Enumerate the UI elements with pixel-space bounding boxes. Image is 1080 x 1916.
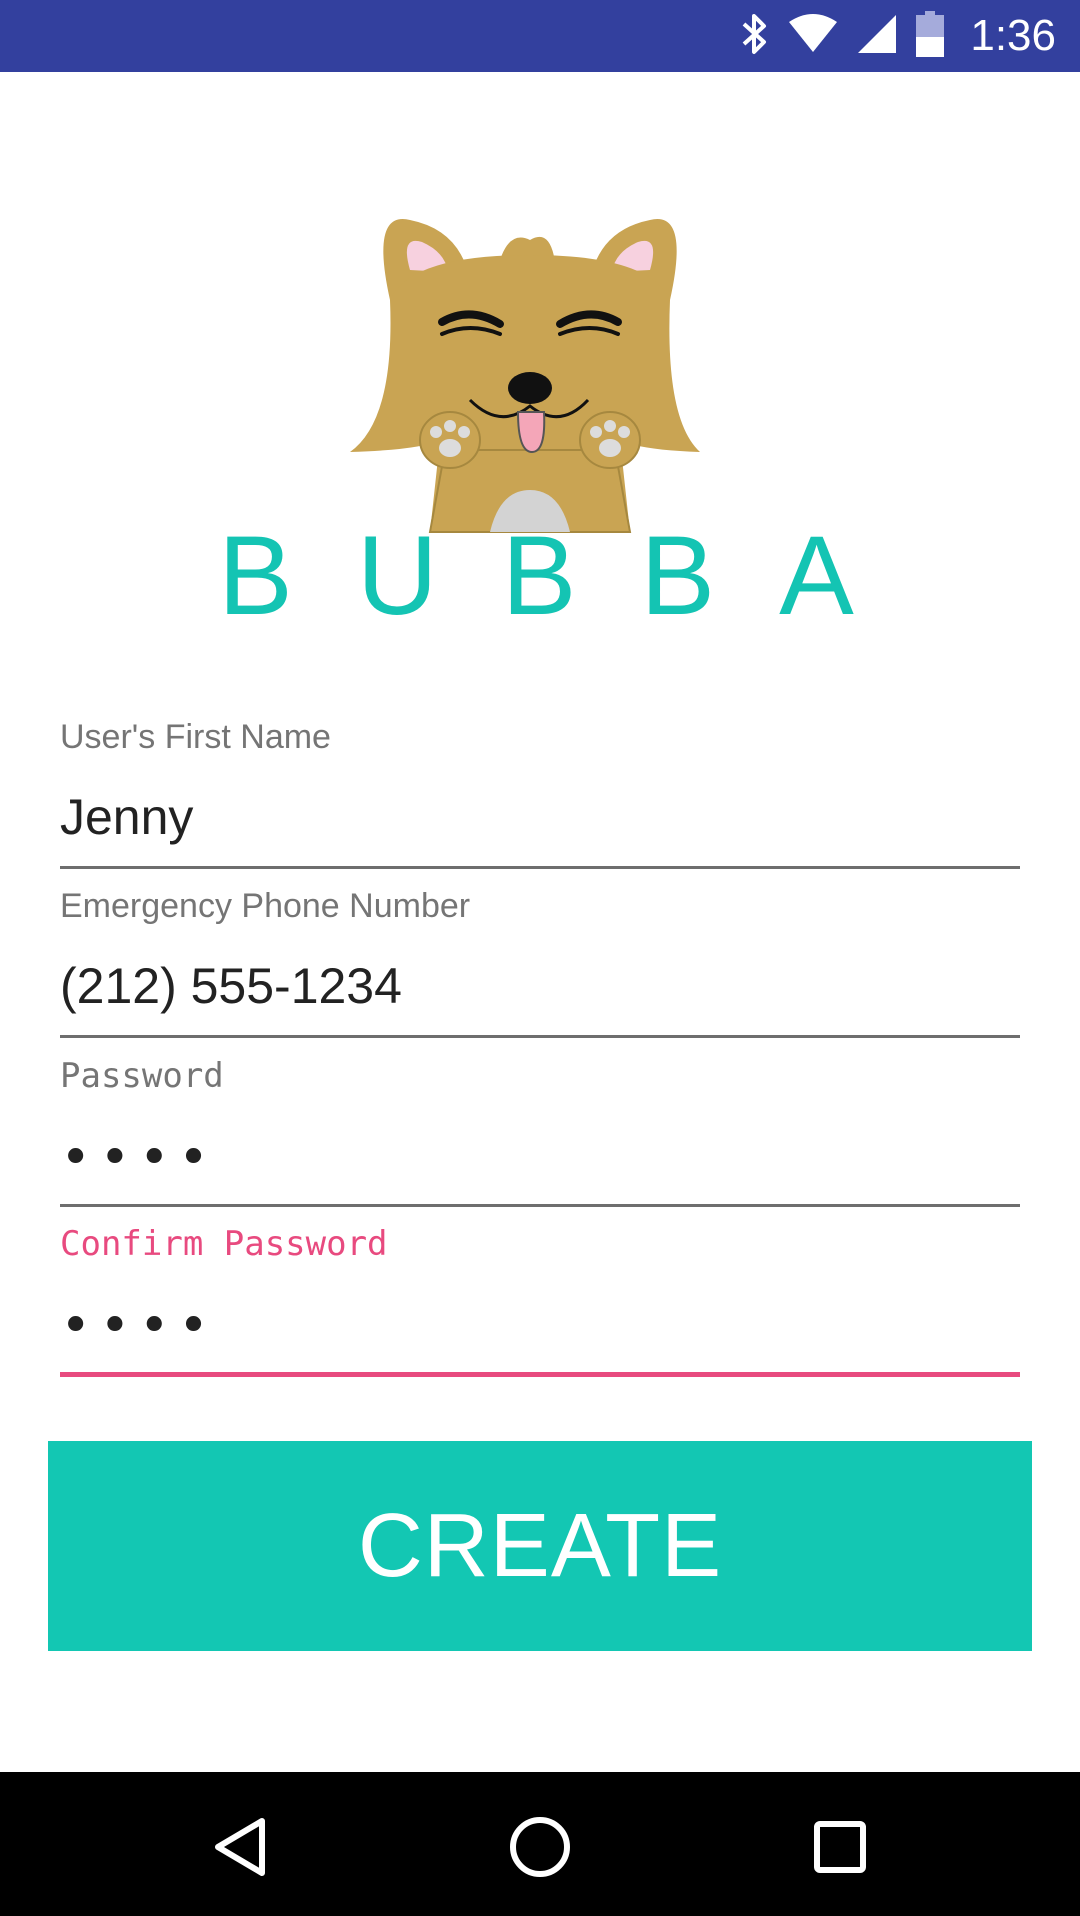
home-icon[interactable]	[505, 1812, 575, 1882]
emergency-phone-input[interactable]: (212) 555-1234	[60, 957, 402, 1015]
status-time: 1:36	[970, 11, 1056, 60]
password-field[interactable]: Password ••••	[60, 1056, 1020, 1216]
bubba-logo: BUBBA	[0, 200, 1080, 640]
emergency-phone-label: Emergency Phone Number	[60, 887, 471, 925]
confirm-password-label: Confirm Password	[60, 1224, 388, 1264]
first-name-underline	[60, 866, 1020, 869]
password-underline	[60, 1204, 1020, 1207]
create-account-screen: 1:36 BUBBA User's First Name Jenny Emerg…	[0, 0, 1080, 1916]
confirm-password-field[interactable]: Confirm Password ••••	[60, 1224, 1020, 1384]
logo-wordmark: BUBBA	[218, 513, 918, 638]
password-input[interactable]: ••••	[60, 1128, 217, 1188]
first-name-input[interactable]: Jenny	[60, 788, 193, 846]
navigation-bar	[0, 1772, 1080, 1916]
back-icon[interactable]	[205, 1812, 275, 1882]
status-bar: 1:36	[0, 0, 1080, 72]
confirm-password-underline	[60, 1372, 1020, 1377]
dog-mascot-icon	[350, 200, 710, 545]
emergency-phone-underline	[60, 1035, 1020, 1038]
cell-signal-icon	[856, 13, 898, 60]
first-name-field[interactable]: User's First Name Jenny	[60, 718, 1020, 878]
emergency-phone-field[interactable]: Emergency Phone Number (212) 555-1234	[60, 887, 1020, 1047]
wifi-icon	[788, 13, 838, 59]
password-label: Password	[60, 1056, 224, 1096]
recents-icon[interactable]	[805, 1812, 875, 1882]
confirm-password-input[interactable]: ••••	[60, 1296, 217, 1356]
first-name-label: User's First Name	[60, 718, 331, 756]
status-icons: 1:36	[740, 0, 1056, 72]
bluetooth-icon	[740, 12, 770, 61]
battery-icon	[916, 10, 945, 62]
create-button[interactable]: CREATE	[48, 1441, 1032, 1651]
